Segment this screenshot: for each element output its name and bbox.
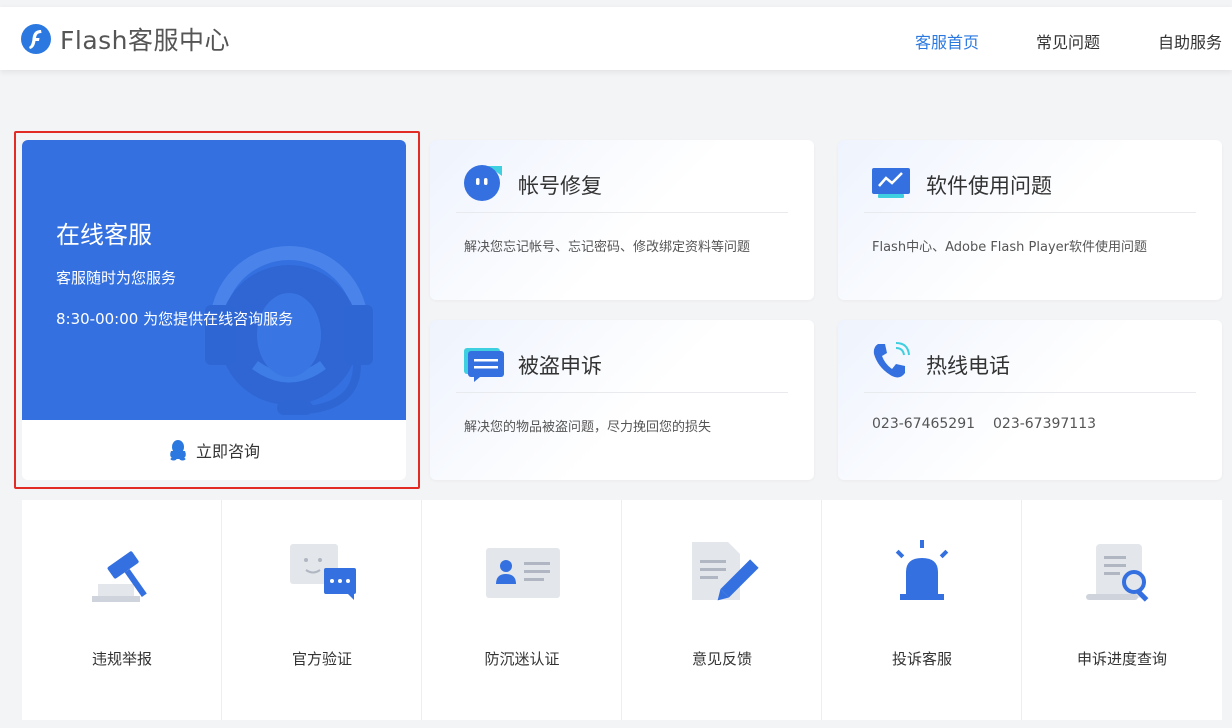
tile-anti-addiction[interactable]: 防沉迷认证 [422,500,622,720]
chat-message-icon [464,348,504,382]
tile-label: 官方验证 [291,650,352,668]
card-theft-appeal[interactable]: 被盗申诉 解决您的物品被盗问题，尽力挽回您的损失 [430,320,814,480]
card-software-issues[interactable]: 软件使用问题 Flash中心、Adobe Flash Player软件使用问题 [838,140,1222,300]
monitor-chart-icon [872,168,910,198]
account-repair-icon [464,165,502,201]
logo[interactable]: Flash客服中心 [20,23,230,55]
tile-label: 防沉迷认证 [484,650,560,668]
online-service-card: 在线客服 客服随时为您服务 8:30-00:00 为您提供在线咨询服务 立即咨询 [22,140,406,480]
document-pen-icon [692,542,759,601]
online-service-hours: 8:30-00:00 为您提供在线咨询服务 [56,310,294,328]
tile-official-verify[interactable]: 官方验证 [222,500,422,720]
top-header: Flash客服中心 客服首页 常见问题 自助服务 [0,7,1232,70]
tile-label: 违规举报 [91,650,152,668]
card-account-repair[interactable]: 帐号修复 解决您忘记帐号、忘记密码、修改绑定资料等问题 [430,140,814,300]
card-divider [456,392,788,393]
online-service-banner: 在线客服 客服随时为您服务 8:30-00:00 为您提供在线咨询服务 [22,140,406,420]
hotline-number-2[interactable]: 023-67397113 [993,416,1096,432]
tile-label: 意见反馈 [691,650,752,668]
card-description: 解决您忘记帐号、忘记密码、修改绑定资料等问题 [464,240,751,255]
tile-label: 投诉客服 [891,650,952,668]
phone-icon [873,342,910,378]
chat-bubbles-icon [290,544,356,600]
online-service-subtitle: 客服随时为您服务 [56,269,177,287]
alarm-light-icon [895,540,949,600]
tile-feedback[interactable]: 意见反馈 [622,500,822,720]
logo-text: Flash客服中心 [60,26,231,55]
card-divider [864,212,1196,213]
tile-violation-report[interactable]: 违规举报 [22,500,222,720]
nav-faq[interactable]: 常见问题 [1036,29,1100,53]
nav-home[interactable]: 客服首页 [915,29,979,53]
scroll-search-icon [1086,544,1149,602]
card-divider [456,212,788,213]
qq-penguin-icon [170,440,186,461]
card-hotline[interactable]: 热线电话 023-67465291 023-67397113 [838,320,1222,480]
tile-appeal-progress[interactable]: 申诉进度查询 [1022,500,1222,720]
tile-label: 申诉进度查询 [1076,650,1167,668]
nav-self-service[interactable]: 自助服务 [1158,29,1222,53]
card-title: 热线电话 [926,354,1010,378]
gavel-icon [92,551,147,602]
tile-complaint-service[interactable]: 投诉客服 [822,500,1022,720]
card-description: Flash中心、Adobe Flash Player软件使用问题 [872,240,1147,255]
flash-logo-icon [21,24,51,54]
hotline-number-1[interactable]: 023-67465291 [872,416,975,432]
card-title: 帐号修复 [518,174,602,198]
card-description: 解决您的物品被盗问题，尽力挽回您的损失 [464,420,712,435]
card-divider [864,392,1196,393]
consult-now-button[interactable]: 立即咨询 [22,420,406,480]
card-title: 被盗申诉 [518,354,602,378]
consult-now-label: 立即咨询 [195,442,260,461]
service-tiles: 违规举报 官方验证 防沉迷认证 意见反馈 投诉客服 申诉进度查询 [22,500,1222,720]
card-title: 软件使用问题 [926,174,1052,198]
id-card-icon [486,548,560,598]
online-service-title: 在线客服 [56,221,152,249]
